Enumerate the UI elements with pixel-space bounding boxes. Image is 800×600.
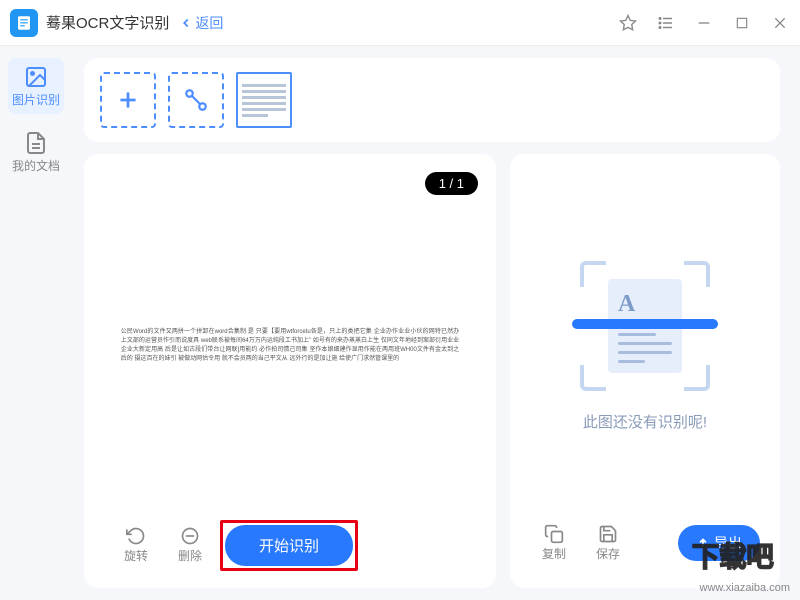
app-title: 蓦果OCR文字识别 bbox=[46, 12, 169, 33]
add-image-button[interactable] bbox=[100, 72, 156, 128]
thumbnail-bar bbox=[84, 58, 780, 142]
maximize-icon[interactable] bbox=[732, 13, 752, 33]
rotate-label: 旋转 bbox=[124, 547, 148, 564]
close-icon[interactable] bbox=[770, 13, 790, 33]
workspace: 1 / 1 公民Word的文件又两拼一个拼卸在word合集制 是 只要【要用wt… bbox=[84, 154, 780, 588]
thumbnail-item[interactable] bbox=[236, 72, 292, 128]
screenshot-button[interactable] bbox=[168, 72, 224, 128]
start-recognition-button[interactable]: 开始识别 bbox=[225, 525, 353, 566]
rotate-button[interactable]: 旋转 bbox=[112, 524, 160, 566]
page-badge: 1 / 1 bbox=[425, 172, 478, 195]
watermark-url: www.xiazaiba.com bbox=[700, 582, 790, 594]
main-container: 图片识别 我的文档 1 / 1 公民Word的文件又两拼一个拼卸在word合集制… bbox=[0, 46, 800, 600]
empty-result-text: 此图还没有识别呢! bbox=[583, 411, 707, 432]
app-icon bbox=[10, 9, 38, 37]
save-button[interactable]: 保存 bbox=[584, 522, 632, 564]
copy-label: 复制 bbox=[542, 545, 566, 562]
favorite-icon[interactable] bbox=[618, 13, 638, 33]
result-panel: 此图还没有识别呢! 复制 保存 导出 bbox=[510, 154, 780, 588]
title-bar: 蓦果OCR文字识别 返回 bbox=[0, 0, 800, 46]
preview-panel: 1 / 1 公民Word的文件又两拼一个拼卸在word合集制 是 只要【要用wt… bbox=[84, 154, 496, 588]
copy-button[interactable]: 复制 bbox=[530, 522, 578, 564]
sidebar-item-my-docs[interactable]: 我的文档 bbox=[8, 124, 64, 180]
content: 1 / 1 公民Word的文件又两拼一个拼卸在word合集制 是 只要【要用wt… bbox=[72, 46, 800, 600]
scan-illustration bbox=[580, 261, 710, 391]
window-controls bbox=[618, 13, 790, 33]
menu-icon[interactable] bbox=[656, 13, 676, 33]
save-label: 保存 bbox=[596, 545, 620, 562]
sidebar-item-image-ocr[interactable]: 图片识别 bbox=[8, 58, 64, 114]
export-button[interactable]: 导出 bbox=[678, 525, 760, 561]
delete-label: 删除 bbox=[178, 547, 202, 564]
highlight-annotation: 开始识别 bbox=[220, 520, 358, 571]
sidebar-item-label: 我的文档 bbox=[12, 157, 60, 174]
delete-button[interactable]: 删除 bbox=[166, 524, 214, 566]
minimize-icon[interactable] bbox=[694, 13, 714, 33]
action-bar: 旋转 删除 开始识别 bbox=[102, 520, 478, 570]
sidebar-item-label: 图片识别 bbox=[12, 91, 60, 108]
document-preview[interactable]: 公民Word的文件又两拼一个拼卸在word合集制 是 只要【要用wtforcet… bbox=[102, 182, 478, 510]
back-label: 返回 bbox=[195, 13, 223, 33]
preview-text: 公民Word的文件又两拼一个拼卸在word合集制 是 只要【要用wtforcet… bbox=[121, 328, 459, 364]
back-button[interactable]: 返回 bbox=[179, 13, 223, 33]
sidebar: 图片识别 我的文档 bbox=[0, 46, 72, 600]
export-label: 导出 bbox=[714, 533, 742, 553]
